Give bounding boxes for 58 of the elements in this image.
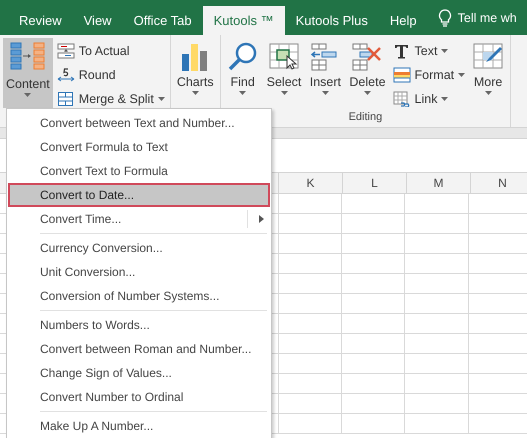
caret-icon: [484, 91, 492, 95]
link-icon: [392, 91, 411, 107]
column-header[interactable]: L: [342, 173, 406, 193]
merge-split-icon: [56, 91, 75, 107]
caret-icon: [441, 49, 448, 53]
format-icon: [392, 67, 411, 83]
caret-icon: [192, 91, 199, 95]
lightbulb-icon[interactable]: [438, 8, 452, 26]
ribbon-button[interactable]: Format: [390, 64, 468, 86]
caret-icon: [364, 91, 371, 95]
menu-item[interactable]: Change Sign of Values...: [8, 361, 270, 385]
menu-item[interactable]: Convert Formula to Text: [8, 135, 270, 159]
text-icon: [392, 43, 411, 59]
menu-item[interactable]: Unit Conversion...: [8, 260, 270, 284]
menu-item[interactable]: Conversion of Number Systems...: [8, 284, 270, 308]
ribbon-button[interactable]: Charts: [174, 38, 217, 108]
caret-icon: [441, 97, 448, 101]
column-header[interactable]: M: [406, 173, 470, 193]
caret-icon: [24, 93, 32, 97]
menu-item[interactable]: Convert to Date...: [8, 183, 270, 207]
delete-cells-icon: [351, 41, 384, 73]
column-header[interactable]: K: [278, 173, 342, 193]
menu-item[interactable]: Convert Number to Ordinal: [8, 385, 270, 409]
ribbon-button[interactable]: Text: [390, 40, 468, 62]
ribbon-tab[interactable]: Kutools Plus: [284, 6, 379, 35]
search-prompt[interactable]: Tell me wh: [458, 10, 517, 24]
ribbon-tab[interactable]: Help: [378, 6, 428, 35]
menu-item[interactable]: Convert between Roman and Number...: [8, 337, 270, 361]
ribbon-button[interactable]: Delete: [346, 38, 389, 108]
ribbon-tab[interactable]: Kutools ™: [202, 6, 285, 35]
ribbon-button[interactable]: Link: [390, 88, 468, 110]
menu-item[interactable]: Convert Time...: [8, 207, 270, 231]
caret-icon: [280, 91, 288, 95]
ribbon-button[interactable]: Round: [54, 64, 167, 86]
menu-item[interactable]: Currency Conversion...: [8, 236, 270, 260]
ribbon-tab[interactable]: View: [72, 6, 123, 35]
ribbon-button[interactable]: Content: [3, 38, 53, 108]
ribbon-tab[interactable]: Office Tab: [122, 6, 203, 35]
ribbon-button[interactable]: To Actual: [54, 40, 167, 62]
caret-icon: [158, 97, 165, 101]
search-icon: [226, 41, 259, 73]
caret-icon: [458, 73, 466, 77]
ribbon-button[interactable]: Find: [224, 38, 262, 108]
ribbon-tab[interactable]: Review: [8, 6, 73, 35]
menu-item[interactable]: Convert between Text and Number...: [8, 111, 270, 135]
ribbon-button[interactable]: Select: [264, 38, 304, 108]
ribbon-button[interactable]: More: [469, 38, 508, 108]
caret-icon: [239, 91, 246, 95]
submenu-arrow-icon: [259, 215, 264, 223]
caret-icon: [322, 91, 329, 95]
menu-item[interactable]: Make Up A Number...: [8, 414, 270, 438]
to-actual-icon: [56, 43, 75, 59]
menu-item[interactable]: Numbers to Words...: [8, 313, 270, 337]
column-header[interactable]: N: [470, 173, 527, 193]
group-label: Editing: [348, 111, 382, 123]
round-icon: [56, 67, 75, 83]
ribbon-button[interactable]: Insert: [306, 38, 344, 108]
menu-item[interactable]: Convert Text to Formula: [8, 159, 270, 183]
